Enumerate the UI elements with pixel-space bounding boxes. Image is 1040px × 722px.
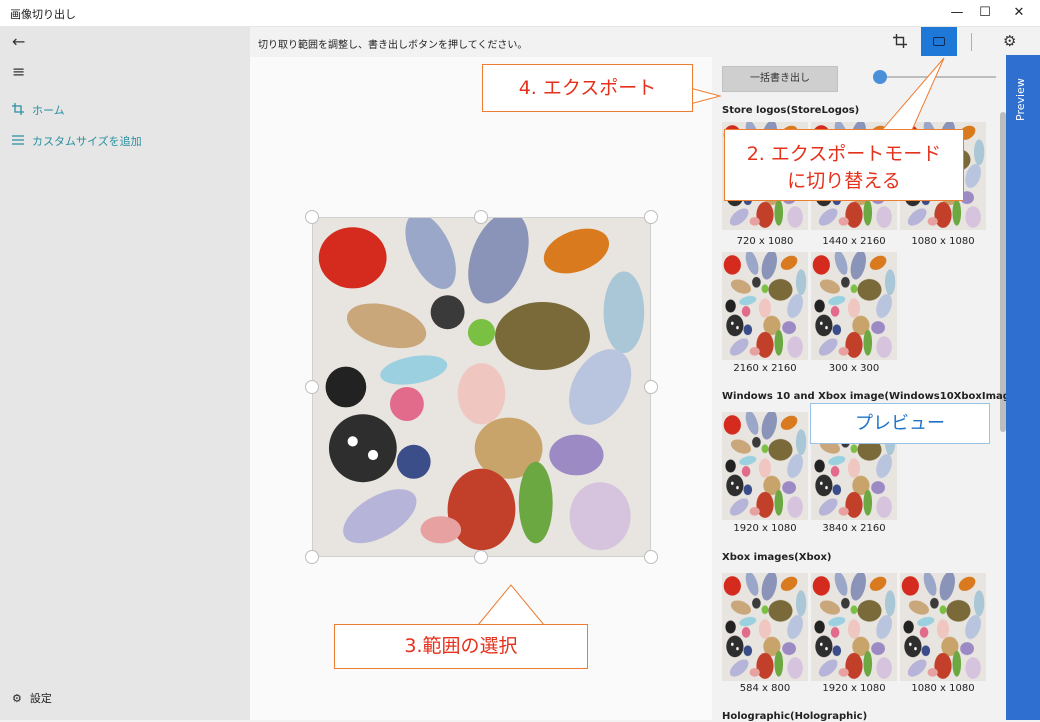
callout-select-range: 3.範囲の選択 [334,624,588,669]
callout-export-mode-line2: に切り替える [787,170,901,192]
callout-export: 4. エクスポート [482,64,693,112]
callout-export-mode: 2. エクスポートモード に切り替える [724,129,964,201]
callout-preview: プレビュー [810,403,990,444]
callout-export-mode-line1: 2. エクスポートモード [746,143,942,165]
